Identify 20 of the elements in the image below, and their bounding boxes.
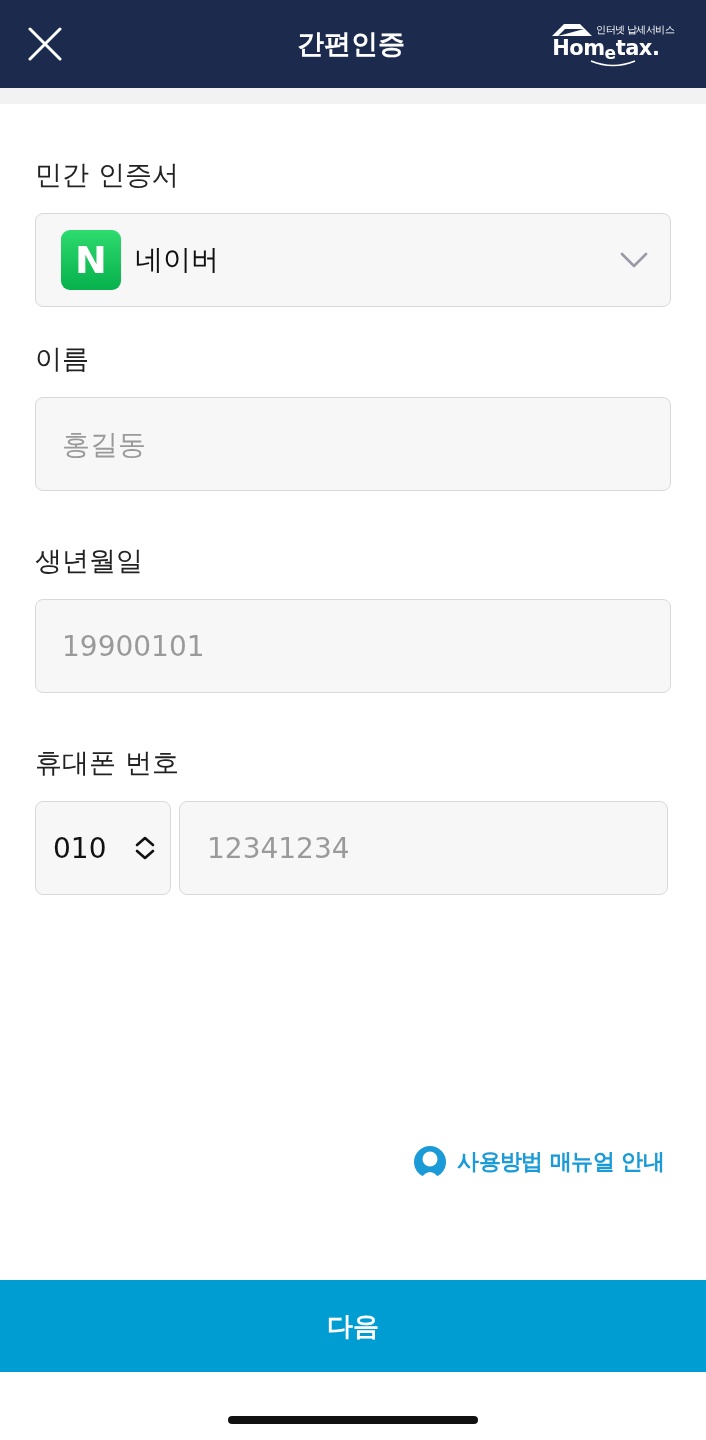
provider-logo: N	[61, 230, 121, 290]
input-field[interactable]: 홍길동	[35, 397, 671, 491]
input-field[interactable]: 19900101	[35, 599, 671, 693]
field-label: 휴대폰 번호	[35, 747, 179, 779]
phone-number-field[interactable]: 12341234	[179, 801, 668, 895]
logo-tagline: 인터넷 납세서비스	[596, 24, 674, 35]
logo-wordmark: Hom$_{e}$tax.	[552, 37, 660, 59]
field-label: 이름	[35, 343, 89, 375]
chevron-down-icon	[620, 252, 648, 268]
field-label: 민간 인증서	[35, 159, 179, 191]
close-icon	[28, 27, 62, 61]
swoosh-icon	[590, 60, 637, 67]
person-icon	[412, 1146, 449, 1178]
area-code-select[interactable]: 010	[35, 801, 171, 895]
up-down-chevron-icon	[134, 836, 156, 860]
house-roof-icon	[550, 21, 595, 37]
certificate-select[interactable]: N 네이버	[35, 213, 671, 307]
field-label: 생년월일	[35, 545, 143, 577]
page-title: 간편인증	[297, 27, 405, 61]
close-button[interactable]	[28, 27, 62, 61]
